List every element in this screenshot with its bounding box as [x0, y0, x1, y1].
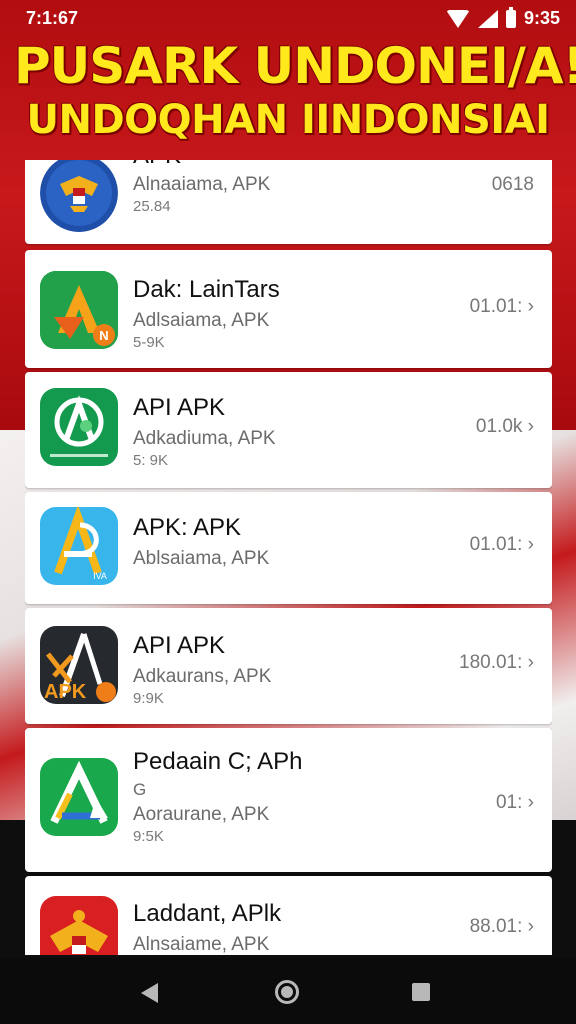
- app-subtitle: Adlsaiama, APK: [133, 310, 270, 331]
- app-meta: 01.01: ›: [469, 534, 534, 555]
- list-item[interactable]: API APK Adkadiuma, APK 5: 9K 01.0k ›: [25, 372, 552, 488]
- app-subtitle: Adkaurans, APK: [133, 666, 272, 687]
- app-extra: G: [133, 780, 147, 799]
- green-a-icon: [40, 388, 118, 466]
- list-item[interactable]: Laddant, APlk Alnsaiame, APK 88.01: ›: [25, 876, 552, 955]
- app-size: 25.84: [133, 198, 171, 215]
- status-right-time: 9:35: [523, 8, 560, 28]
- app-name: Pedaain C; APh: [133, 748, 303, 775]
- app-subtitle: Alnaaiama, APK: [133, 174, 271, 195]
- navigation-bar: [0, 958, 576, 1024]
- headline-line-1: PUSARK UNDONEI/A!: [14, 37, 576, 95]
- garuda-icon: [40, 160, 118, 232]
- list-item[interactable]: Pedaain C; APh G Aoraurane, APK 9:5K 01:…: [25, 728, 552, 872]
- list-item[interactable]: IVA APK: APK Ablsaiama, APK 01.01: ›: [25, 492, 552, 604]
- red-garuda-icon: [40, 896, 118, 955]
- blue-a-icon: IVA: [40, 507, 118, 585]
- app-subtitle: Aoraurane, APK: [133, 804, 270, 825]
- app-size: 9:5K: [133, 828, 164, 845]
- svg-text:N: N: [99, 328, 108, 343]
- svg-text:APK: APK: [44, 681, 87, 703]
- app-meta: 01.0k ›: [475, 416, 534, 437]
- app-subtitle: Adkadiuma, APK: [133, 428, 276, 449]
- app-meta: 01: ›: [495, 792, 534, 813]
- headline-banner: PUSARK UNDONEI/A! UNDOQHAN IINDONSIAI: [14, 36, 576, 144]
- app-meta: 0618: [491, 174, 534, 195]
- app-meta: 88.01: ›: [469, 916, 534, 937]
- app-name: API APK: [133, 394, 226, 421]
- list-item[interactable]: N Dak: LainTars Adlsaiama, APK 5-9K 01.0…: [25, 250, 552, 368]
- app-size: 9:9K: [133, 690, 164, 707]
- app-name: APK: APK: [133, 514, 242, 541]
- battery-icon: [505, 6, 516, 28]
- app-size: 5: 9K: [133, 452, 169, 469]
- app-name: API APK: [133, 632, 226, 659]
- app-subtitle: Ablsaiama, APK: [133, 548, 270, 569]
- wifi-icon: [445, 9, 470, 28]
- list-item[interactable]: APK API APK Adkaurans, APK 9:9K 180.01: …: [25, 608, 552, 724]
- headline-line-2: UNDOQHAN IINDONSIAI: [26, 97, 550, 143]
- status-bar: 7:1:67 9:35: [0, 0, 576, 38]
- app-name: Laddant, APlk: [133, 900, 282, 927]
- home-icon[interactable]: [275, 980, 299, 1004]
- app-name: Dak: LainTars: [133, 276, 280, 303]
- recent-apps-icon[interactable]: [412, 983, 430, 1001]
- app-meta: 180.01: ›: [459, 652, 534, 673]
- app-subtitle: Alnsaiame, APK: [133, 934, 270, 955]
- app-list: APK Alnaaiama, APK 25.84 0618 N Dak: Lai…: [25, 160, 552, 955]
- svg-text:IVA: IVA: [93, 571, 107, 581]
- signal-icon: [477, 9, 498, 28]
- dark-apk-icon: APK: [40, 626, 118, 704]
- green-white-a-icon: [40, 758, 118, 836]
- app-meta: 01.01: ›: [469, 296, 534, 317]
- app-name: APK: [133, 160, 181, 170]
- status-time: 7:1:67: [26, 8, 79, 28]
- orange-a-icon: N: [40, 271, 118, 349]
- status-right-group: 9:35: [445, 6, 560, 29]
- app-size: 5-9K: [133, 334, 165, 351]
- back-icon[interactable]: [141, 983, 158, 1003]
- list-item[interactable]: APK Alnaaiama, APK 25.84 0618: [25, 160, 552, 244]
